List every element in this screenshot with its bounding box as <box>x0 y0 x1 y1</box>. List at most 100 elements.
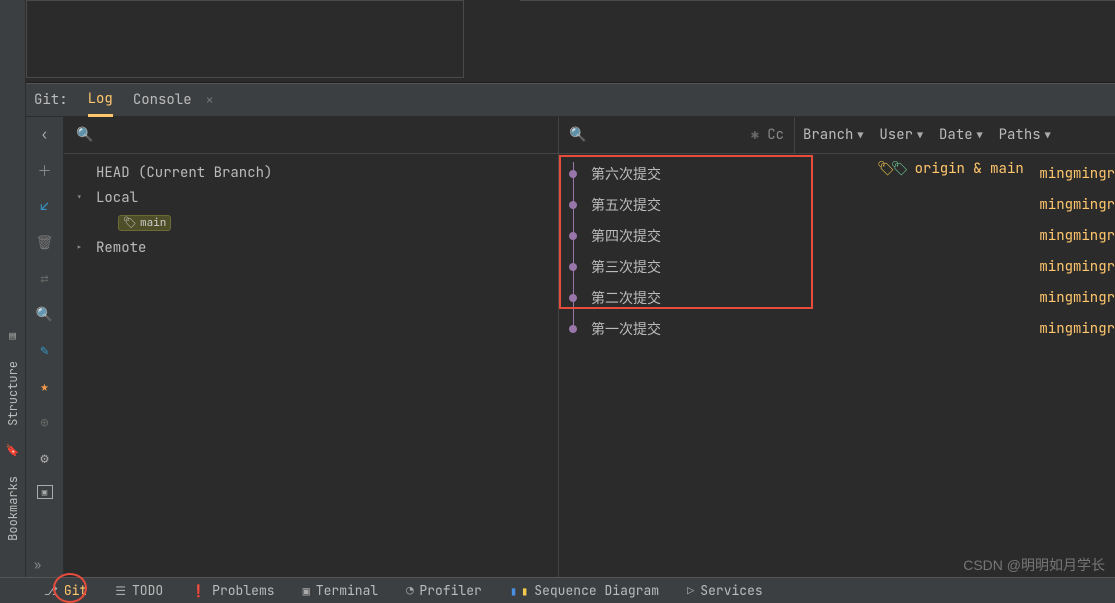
presentation-icon[interactable]: ▣ <box>37 485 53 499</box>
sequence-label: Sequence Diagram <box>534 582 659 599</box>
commit-node-icon <box>569 170 577 178</box>
fetch-icon[interactable]: ↙ <box>35 197 55 217</box>
tab-console[interactable]: Console ✕ <box>133 91 213 109</box>
compare-icon[interactable]: ⇄ <box>35 269 55 289</box>
branch-tag-icon: 🏷 main <box>118 215 171 231</box>
branch-main-label: main <box>140 216 166 230</box>
gear-icon[interactable]: ⚙ <box>35 449 55 469</box>
diagram-icon-2: ▮ <box>521 583 528 599</box>
search-icon: 🔍 <box>76 126 93 144</box>
chevron-right-icon: ▸ <box>76 241 88 255</box>
filter-date[interactable]: Date ▼ <box>931 117 991 153</box>
toolwindow-problems[interactable]: ❗ Problems <box>191 582 274 599</box>
problems-label: Problems <box>212 582 274 599</box>
commit-row[interactable]: 第三次提交 mingmingr <box>559 251 1115 282</box>
commit-msg: 第三次提交 <box>591 257 661 277</box>
branch-main-row[interactable]: 🏷 main <box>64 210 558 235</box>
commit-author: mingmingr <box>1039 165 1115 183</box>
remote-group-row[interactable]: ▸ Remote <box>64 235 558 260</box>
bookmarks-icon[interactable]: 🔖 <box>6 444 20 458</box>
editor-split-left[interactable] <box>26 0 464 78</box>
commit-author: mingmingr <box>1039 320 1115 338</box>
commit-row[interactable]: 第六次提交 🏷🏷 origin & main mingmingr <box>559 158 1115 189</box>
filter-row: 🔍 🔍 ✱ Cc Branch ▼ User ▼ Date ▼ Paths <box>64 117 1115 154</box>
warning-icon: ❗ <box>191 583 206 599</box>
git-label: Git <box>64 582 87 599</box>
regex-toggle[interactable]: ✱ <box>751 126 759 144</box>
branch-search-input[interactable]: 🔍 <box>64 117 559 153</box>
collapse-icon[interactable]: ‹ <box>35 125 55 145</box>
chevron-down-icon: ▾ <box>76 191 88 205</box>
rail-structure[interactable]: Structure <box>5 355 21 432</box>
toolwindow-git[interactable]: ⎇ Git <box>44 582 87 599</box>
search-icon: 🔍 <box>569 126 586 144</box>
structure-icon[interactable]: ▤ <box>6 329 20 343</box>
graph-line <box>573 162 574 332</box>
diagram-icon: ▮ <box>510 583 517 599</box>
commit-node-icon <box>569 325 577 333</box>
todo-label: TODO <box>132 582 163 599</box>
commit-msg: 第四次提交 <box>591 226 661 246</box>
branches-pane: HEAD (Current Branch) ▾ Local 🏷 main ▸ R… <box>64 154 559 577</box>
tab-log[interactable]: Log <box>88 84 113 117</box>
toolwindow-profiler[interactable]: ◔ Profiler <box>406 582 482 599</box>
case-toggle[interactable]: Cc <box>767 126 784 144</box>
watermark: CSDN @明明如月学长 <box>963 555 1105 575</box>
bottom-toolbar: ⎇ Git ☰ TODO ❗ Problems ▣ Terminal ◔ Pro… <box>0 577 1115 603</box>
git-toolbar: ‹ ＋ ↙ 🗑 ⇄ 🔍 ✎ ★ ⊕ ⚙ ▣ » <box>26 117 64 577</box>
head-branch-label: origin & main <box>915 160 1024 178</box>
toolwindow-sequence[interactable]: ▮▮ Sequence Diagram <box>510 582 659 599</box>
filter-paths[interactable]: Paths ▼ <box>991 117 1059 153</box>
left-tool-rail: ▤ Structure 🔖 Bookmarks <box>0 0 26 577</box>
toolwindow-terminal[interactable]: ▣ Terminal <box>303 582 379 599</box>
filter-user[interactable]: User ▼ <box>871 117 931 153</box>
close-icon[interactable]: ✕ <box>206 92 213 108</box>
target-icon[interactable]: ⊕ <box>35 413 55 433</box>
delete-icon[interactable]: 🗑 <box>35 233 55 253</box>
branch-icon: ⎇ <box>44 583 58 599</box>
commit-msg: 第六次提交 <box>591 164 661 184</box>
list-icon: ☰ <box>115 583 126 599</box>
git-split: HEAD (Current Branch) ▾ Local 🏷 main ▸ R… <box>64 154 1115 577</box>
commit-author: mingmingr <box>1039 258 1115 276</box>
head-badge[interactable]: 🏷🏷 origin & main <box>877 160 1024 178</box>
add-icon[interactable]: ＋ <box>35 161 55 181</box>
commit-row[interactable]: 第四次提交 mingmingr <box>559 220 1115 251</box>
services-label: Services <box>700 582 762 599</box>
filter-paths-label: Paths <box>999 126 1041 144</box>
chevron-down-icon: ▼ <box>977 129 983 142</box>
commit-author: mingmingr <box>1039 227 1115 245</box>
filter-branch-label: Branch <box>803 126 853 144</box>
editor-area <box>26 0 1115 83</box>
star-icon[interactable]: ★ <box>35 377 55 397</box>
commit-row[interactable]: 第五次提交 mingmingr <box>559 189 1115 220</box>
more-icon[interactable]: » <box>34 557 41 573</box>
editor-split-right[interactable] <box>520 0 1115 78</box>
edit-icon[interactable]: ✎ <box>35 341 55 361</box>
toolwindow-todo[interactable]: ☰ TODO <box>115 582 163 599</box>
toolwindow-services[interactable]: ▷ Services <box>687 582 763 599</box>
filter-branch[interactable]: Branch ▼ <box>795 117 871 153</box>
commit-search-input[interactable]: 🔍 ✱ Cc <box>559 117 795 153</box>
local-group-row[interactable]: ▾ Local <box>64 185 558 210</box>
filter-user-label: User <box>879 126 913 144</box>
head-branch-row[interactable]: HEAD (Current Branch) <box>64 160 558 185</box>
chevron-down-icon: ▼ <box>857 129 863 142</box>
git-body: ‹ ＋ ↙ 🗑 ⇄ 🔍 ✎ ★ ⊕ ⚙ ▣ » 🔍 🔍 ✱ Cc Branch … <box>26 117 1115 577</box>
commit-row[interactable]: 第一次提交 mingmingr <box>559 313 1115 344</box>
local-label: Local <box>96 189 138 207</box>
terminal-label: Terminal <box>316 582 378 599</box>
commit-row[interactable]: 第二次提交 mingmingr <box>559 282 1115 313</box>
commit-author: mingmingr <box>1039 196 1115 214</box>
commit-node-icon <box>569 201 577 209</box>
commit-author: mingmingr <box>1039 289 1115 307</box>
rail-bookmarks[interactable]: Bookmarks <box>5 470 21 547</box>
tags-icon: 🏷🏷 <box>877 160 909 178</box>
chevron-down-icon: ▼ <box>1045 129 1051 142</box>
services-icon: ▷ <box>687 583 694 599</box>
commit-msg: 第二次提交 <box>591 288 661 308</box>
git-label: Git: <box>34 91 68 109</box>
search-icon[interactable]: 🔍 <box>35 305 55 325</box>
profiler-label: Profiler <box>419 582 481 599</box>
commit-msg: 第一次提交 <box>591 319 661 339</box>
